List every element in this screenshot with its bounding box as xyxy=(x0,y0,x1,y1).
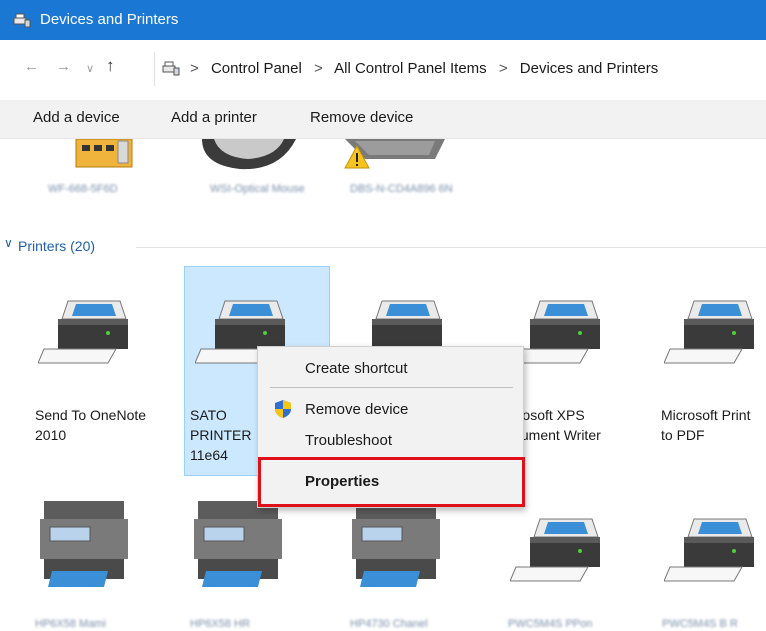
window-title: Devices and Printers xyxy=(40,11,179,28)
breadcrumb-all-items[interactable]: All Control Panel Items xyxy=(334,60,487,77)
printer-label: SATO PRINTER 11e64 xyxy=(190,407,252,463)
printer-label: PWC5M4S PPon xyxy=(508,618,593,630)
breadcrumb: > Control Panel > All Control Panel Item… xyxy=(190,60,666,77)
menu-divider xyxy=(270,387,513,388)
multifunction-printer-icon xyxy=(350,495,442,594)
multifunction-printer-icon xyxy=(38,495,130,594)
printer-label: HP6X58 HR xyxy=(190,618,250,630)
group-collapse-chevron-icon[interactable]: ∨ xyxy=(4,236,13,250)
printers-group-header[interactable]: Printers (20) xyxy=(18,238,95,254)
printer-label: HP4730 Chanel xyxy=(350,618,428,630)
properties-highlight-box xyxy=(258,457,525,507)
breadcrumb-separator: > xyxy=(498,60,508,77)
breadcrumb-devices-and-printers[interactable]: Devices and Printers xyxy=(520,60,658,77)
troubleshoot-menu-item[interactable]: Troubleshoot xyxy=(305,432,392,449)
window-title-bar: Devices and Printers xyxy=(0,0,766,40)
remove-device-menu-item[interactable]: Remove device xyxy=(305,401,408,418)
up-button[interactable]: ↑ xyxy=(106,56,115,76)
warning-icon xyxy=(344,144,370,172)
device-label: WF-668-5F6D xyxy=(48,183,118,195)
breadcrumb-control-panel[interactable]: Control Panel xyxy=(211,60,302,77)
printer-label: PWC5M4S B R xyxy=(662,618,738,630)
printer-icon xyxy=(663,515,756,590)
multifunction-printer-icon xyxy=(192,495,284,594)
printer-icon xyxy=(663,297,756,372)
printer-label: Microsoft Print to PDF xyxy=(661,407,751,443)
fax-device-icon xyxy=(72,139,136,172)
device-label: WSI-Optical Mouse xyxy=(210,183,305,195)
add-device-button[interactable]: Add a device xyxy=(33,109,120,126)
printer-icon xyxy=(509,515,602,590)
group-divider xyxy=(136,247,766,248)
create-shortcut-menu-item[interactable]: Create shortcut xyxy=(305,360,408,377)
recent-locations-button[interactable]: ∨ xyxy=(86,62,94,75)
printer-icon xyxy=(37,297,130,372)
address-location-icon xyxy=(162,60,180,79)
devices-printers-icon xyxy=(13,12,31,31)
add-printer-button[interactable]: Add a printer xyxy=(171,109,257,126)
shield-icon xyxy=(274,399,292,422)
breadcrumb-separator: > xyxy=(314,60,323,77)
address-bar: ← → ∨ ↑ > Control Panel > All Control Pa… xyxy=(0,40,766,100)
device-label: DBS-N-CD4A896 6N xyxy=(350,183,453,195)
breadcrumb-separator: > xyxy=(190,60,199,77)
remove-device-button[interactable]: Remove device xyxy=(310,109,413,126)
printer-label: HP6X58 Mami xyxy=(35,618,106,630)
command-bar: Add a device Add a printer Remove device xyxy=(0,100,766,139)
mouse-device-icon xyxy=(200,139,300,176)
printer-label: Send To OneNote 2010 xyxy=(35,407,147,443)
forward-button[interactable]: → xyxy=(56,58,71,75)
back-button[interactable]: ← xyxy=(24,58,39,75)
